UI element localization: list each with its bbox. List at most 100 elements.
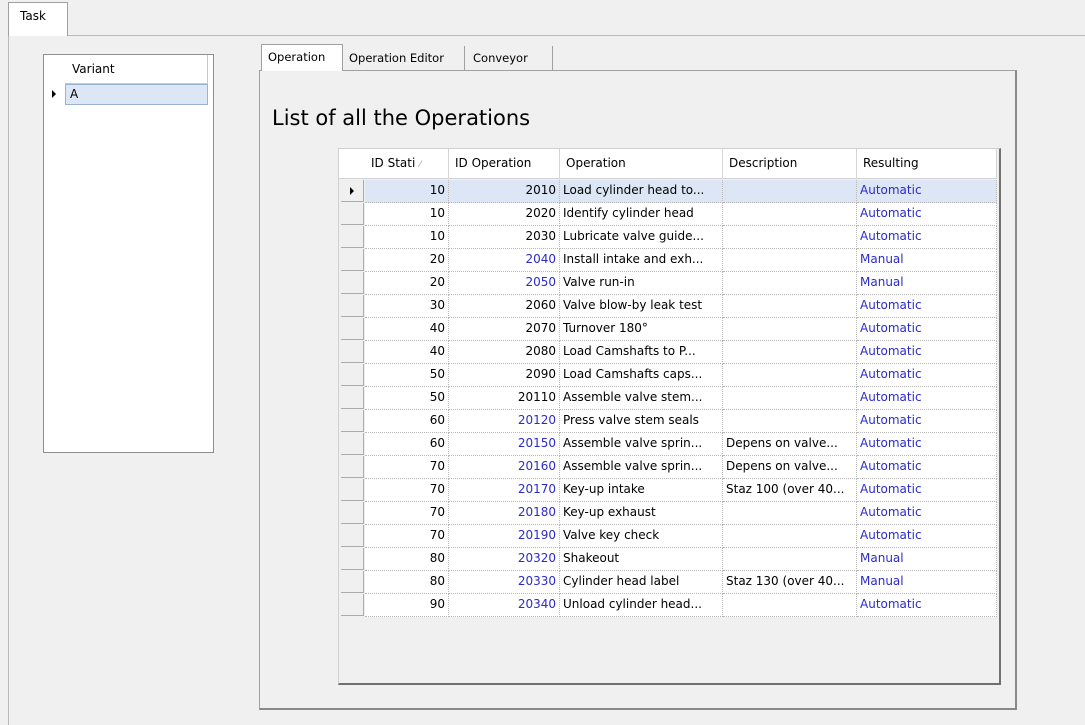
cell-operation[interactable]: Valve blow-by leak test — [560, 295, 723, 318]
cell-id-operation[interactable]: 2080 — [449, 341, 560, 364]
cell-operation[interactable]: Assemble valve sprin... — [560, 433, 723, 456]
cell-operation[interactable]: Lubricate valve guide... — [560, 226, 723, 249]
table-row[interactable]: 50 20110 Assemble valve stem... Automatic — [339, 387, 999, 410]
row-selector[interactable] — [341, 479, 364, 501]
cell-operation[interactable]: Load Camshafts caps... — [560, 364, 723, 387]
cell-id-operation[interactable]: 20160 — [449, 456, 560, 479]
cell-id-operation[interactable]: 2060 — [449, 295, 560, 318]
tab-task[interactable]: Task — [8, 2, 68, 36]
column-header-operation[interactable]: Operation — [560, 149, 723, 179]
cell-resulting[interactable]: Manual — [857, 272, 997, 295]
cell-id-station[interactable]: 80 — [365, 548, 449, 571]
table-row[interactable]: 70 20180 Key-up exhaust Automatic — [339, 502, 999, 525]
cell-id-station[interactable]: 70 — [365, 479, 449, 502]
cell-operation[interactable]: Assemble valve sprin... — [560, 456, 723, 479]
row-selector[interactable] — [341, 295, 364, 317]
cell-resulting[interactable]: Automatic — [857, 341, 997, 364]
row-selector[interactable] — [341, 456, 364, 478]
cell-resulting[interactable]: Automatic — [857, 433, 997, 456]
cell-id-operation[interactable]: 2040 — [449, 249, 560, 272]
row-selector[interactable] — [341, 226, 364, 248]
table-row[interactable]: 90 20340 Unload cylinder head... Automatic — [339, 594, 999, 617]
cell-description[interactable] — [723, 548, 857, 571]
cell-id-station[interactable]: 60 — [365, 410, 449, 433]
cell-id-operation[interactable]: 20320 — [449, 548, 560, 571]
cell-id-station[interactable]: 20 — [365, 249, 449, 272]
cell-id-operation[interactable]: 20150 — [449, 433, 560, 456]
tab-conveyor[interactable]: Conveyor — [469, 46, 553, 70]
cell-id-station[interactable]: 70 — [365, 525, 449, 548]
cell-id-station[interactable]: 90 — [365, 594, 449, 617]
cell-resulting[interactable]: Manual — [857, 548, 997, 571]
table-row[interactable]: 10 2010 Load cylinder head to... Automatic — [339, 180, 999, 203]
cell-id-station[interactable]: 60 — [365, 433, 449, 456]
row-selector[interactable] — [341, 341, 364, 363]
cell-id-station[interactable]: 40 — [365, 341, 449, 364]
variant-cell[interactable]: A — [65, 84, 208, 105]
cell-id-station[interactable]: 50 — [365, 387, 449, 410]
cell-description[interactable] — [723, 318, 857, 341]
cell-description[interactable] — [723, 180, 857, 203]
row-selector[interactable] — [341, 180, 364, 202]
cell-operation[interactable]: Cylinder head label — [560, 571, 723, 594]
cell-description[interactable] — [723, 226, 857, 249]
column-header-resulting[interactable]: Resulting — [857, 149, 997, 179]
cell-operation[interactable]: Install intake and exh... — [560, 249, 723, 272]
cell-description[interactable] — [723, 272, 857, 295]
table-row[interactable]: 20 2050 Valve run-in Manual — [339, 272, 999, 295]
cell-description[interactable] — [723, 594, 857, 617]
tab-operation-editor[interactable]: Operation Editor — [345, 46, 465, 70]
cell-id-station[interactable]: 20 — [365, 272, 449, 295]
cell-operation[interactable]: Turnover 180° — [560, 318, 723, 341]
variant-column-header[interactable]: Variant — [65, 55, 208, 84]
cell-id-station[interactable]: 80 — [365, 571, 449, 594]
cell-description[interactable] — [723, 410, 857, 433]
table-row[interactable]: 30 2060 Valve blow-by leak test Automatic — [339, 295, 999, 318]
row-selector[interactable] — [341, 387, 364, 409]
cell-operation[interactable]: Key-up exhaust — [560, 502, 723, 525]
cell-resulting[interactable]: Manual — [857, 249, 997, 272]
cell-resulting[interactable]: Automatic — [857, 364, 997, 387]
column-header-description[interactable]: Description — [723, 149, 857, 179]
variant-row[interactable]: A — [44, 84, 208, 105]
cell-id-station[interactable]: 10 — [365, 203, 449, 226]
cell-id-operation[interactable]: 20180 — [449, 502, 560, 525]
cell-operation[interactable]: Unload cylinder head... — [560, 594, 723, 617]
row-selector[interactable] — [341, 571, 364, 593]
cell-id-station[interactable]: 40 — [365, 318, 449, 341]
column-header-id-operation[interactable]: ID Operation — [449, 149, 560, 179]
cell-id-operation[interactable]: 20120 — [449, 410, 560, 433]
cell-id-operation[interactable]: 2020 — [449, 203, 560, 226]
cell-description[interactable]: Depens on valve... — [723, 433, 857, 456]
cell-resulting[interactable]: Automatic — [857, 295, 997, 318]
cell-description[interactable] — [723, 203, 857, 226]
cell-id-operation[interactable]: 20330 — [449, 571, 560, 594]
cell-resulting[interactable]: Automatic — [857, 502, 997, 525]
row-selector[interactable] — [341, 594, 364, 616]
row-selector[interactable] — [341, 364, 364, 386]
cell-id-operation[interactable]: 2070 — [449, 318, 560, 341]
cell-id-station[interactable]: 30 — [365, 295, 449, 318]
cell-id-station[interactable]: 10 — [365, 226, 449, 249]
cell-operation[interactable]: Valve key check — [560, 525, 723, 548]
table-row[interactable]: 80 20320 Shakeout Manual — [339, 548, 999, 571]
row-selector[interactable] — [341, 525, 364, 547]
cell-id-operation[interactable]: 20190 — [449, 525, 560, 548]
table-row[interactable]: 60 20150 Assemble valve sprin... Depens on … — [339, 433, 999, 456]
row-selector[interactable] — [341, 272, 364, 294]
cell-id-station[interactable]: 70 — [365, 456, 449, 479]
table-row[interactable]: 70 20190 Valve key check Automatic — [339, 525, 999, 548]
cell-operation[interactable]: Shakeout — [560, 548, 723, 571]
cell-resulting[interactable]: Automatic — [857, 318, 997, 341]
operations-grid[interactable]: ID Stati ⁄ ID Operation Operation Descrip… — [338, 148, 1001, 685]
tab-operation[interactable]: Operation — [261, 44, 343, 71]
row-selector[interactable] — [341, 410, 364, 432]
cell-resulting[interactable]: Automatic — [857, 456, 997, 479]
cell-resulting[interactable]: Automatic — [857, 203, 997, 226]
cell-description[interactable] — [723, 525, 857, 548]
cell-id-station[interactable]: 70 — [365, 502, 449, 525]
row-selector[interactable] — [341, 249, 364, 271]
cell-operation[interactable]: Assemble valve stem... — [560, 387, 723, 410]
cell-operation[interactable]: Load cylinder head to... — [560, 180, 723, 203]
table-row[interactable]: 70 20160 Assemble valve sprin... Depens on … — [339, 456, 999, 479]
